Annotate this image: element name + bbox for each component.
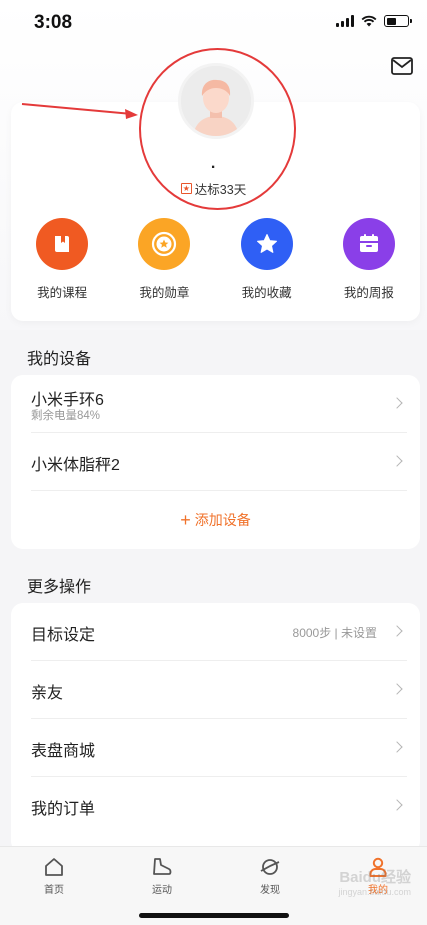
- menu-row-label: 目标设定: [31, 627, 96, 644]
- watermark: Baidu经验 jingyan.baidu.com: [338, 866, 411, 897]
- cellular-signal-icon: [336, 15, 354, 27]
- planet-icon: [260, 859, 280, 875]
- menu-row-label: 亲友: [31, 685, 64, 702]
- section-title-devices: 我的设备: [27, 351, 92, 368]
- menu-row-label: 我的订单: [31, 801, 96, 818]
- tab-label: 发现: [260, 885, 280, 896]
- device-row[interactable]: 小米体脂秤2: [31, 433, 407, 491]
- tab-home[interactable]: 首页: [24, 856, 84, 896]
- tab-label: 首页: [44, 885, 64, 896]
- tab-workout[interactable]: 运动: [132, 856, 192, 896]
- section-title-more: 更多操作: [27, 579, 92, 596]
- goal-value: 8000步 | 未设置: [292, 626, 377, 640]
- chevron-right-icon: [391, 455, 403, 467]
- chevron-right-icon: [391, 683, 403, 695]
- chevron-right-icon: [391, 741, 403, 753]
- more-actions-card: 目标设定 8000步 | 未设置 亲友 表盘商城 我的订单: [11, 603, 420, 853]
- quick-action-medals-circle: [138, 218, 191, 270]
- quick-action-favorites[interactable]: 我的收藏: [216, 218, 318, 301]
- status-icons: [336, 15, 412, 27]
- quick-action-weekly-report-circle: [342, 218, 395, 270]
- quick-action-label: 我的收藏: [241, 286, 292, 300]
- quick-action-courses-circle: [36, 218, 89, 270]
- chevron-right-icon: [391, 397, 403, 409]
- wifi-icon: [361, 15, 377, 27]
- home-icon: [45, 858, 63, 876]
- menu-row-friends[interactable]: 亲友: [31, 661, 407, 719]
- quick-action-medals[interactable]: 我的勋章: [113, 218, 215, 301]
- tab-discover[interactable]: 发现: [240, 856, 300, 896]
- watermark-line2: jingyan.baidu.com: [338, 887, 411, 897]
- book-icon: [55, 236, 70, 252]
- devices-card: 小米手环6 剩余电量84% 小米体脂秤2 + 添加设备: [11, 375, 420, 549]
- quick-action-label: 我的勋章: [139, 286, 190, 300]
- device-row[interactable]: 小米手环6 剩余电量84%: [31, 375, 407, 433]
- home-indicator: [139, 913, 289, 918]
- annotation-circle: [139, 48, 296, 210]
- device-battery: 剩余电量84%: [31, 410, 101, 422]
- chevron-right-icon: [391, 799, 403, 811]
- battery-icon: [384, 15, 412, 27]
- watermark-line1: Baidu经验: [339, 869, 411, 886]
- quick-action-courses[interactable]: 我的课程: [11, 218, 113, 301]
- add-device-button[interactable]: + 添加设备: [11, 491, 420, 549]
- quick-action-favorites-circle: [240, 218, 293, 270]
- annotation-arrow: [21, 103, 138, 119]
- quick-action-label: 我的周报: [343, 286, 394, 300]
- status-bar: 3:08: [0, 0, 427, 46]
- device-name: 小米体脂秤2: [31, 457, 120, 474]
- menu-row-orders[interactable]: 我的订单: [31, 777, 407, 835]
- shoe-icon: [153, 858, 172, 875]
- quick-action-label: 我的课程: [37, 286, 88, 300]
- tab-label: 运动: [152, 885, 172, 896]
- add-device-label: 添加设备: [194, 512, 251, 528]
- chevron-right-icon: [391, 625, 403, 637]
- menu-row-label: 表盘商城: [31, 743, 96, 760]
- report-icon: [359, 234, 378, 252]
- mail-icon[interactable]: [390, 55, 414, 77]
- status-time: 3:08: [34, 12, 73, 33]
- medal-icon: [152, 231, 177, 257]
- menu-row-goal[interactable]: 目标设定 8000步 | 未设置: [31, 603, 407, 661]
- star-icon: [256, 234, 277, 253]
- quick-action-weekly-report[interactable]: 我的周报: [318, 218, 420, 301]
- plus-icon: +: [180, 510, 191, 530]
- menu-row-watchface-store[interactable]: 表盘商城: [31, 719, 407, 777]
- quick-actions: 我的课程 我的勋章 我的收藏 我的周报: [11, 218, 420, 301]
